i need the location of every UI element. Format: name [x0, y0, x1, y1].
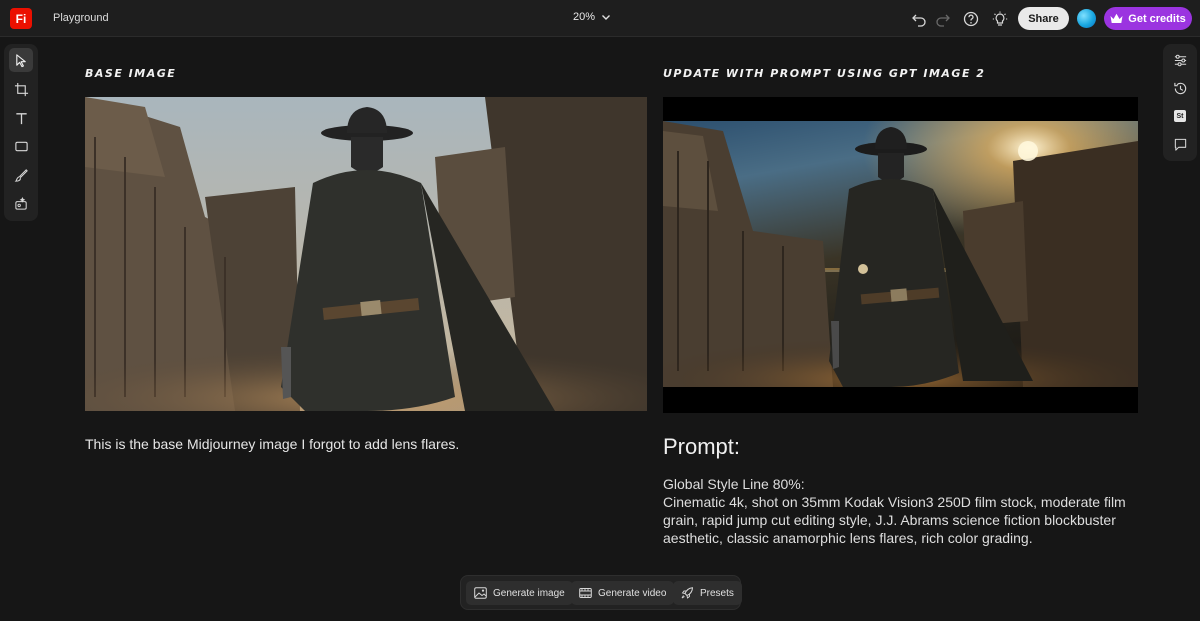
get-credits-button[interactable]: Get credits — [1104, 7, 1192, 30]
text-icon — [15, 112, 27, 124]
generate-image-button[interactable]: Generate image — [466, 581, 573, 605]
brush-icon — [14, 168, 28, 182]
document-title[interactable]: Playground — [53, 12, 109, 24]
adjustments-icon — [1174, 54, 1186, 66]
updated-image-frame — [663, 121, 1138, 387]
stock-tool[interactable]: St — [1168, 104, 1192, 128]
shape-tool[interactable] — [9, 134, 33, 158]
zoom-level: 20% — [573, 11, 596, 23]
get-credits-label: Get credits — [1128, 12, 1186, 25]
undo-icon[interactable] — [909, 9, 929, 29]
generate-video-button[interactable]: Generate video — [571, 581, 675, 605]
presets-button[interactable]: Presets — [673, 581, 742, 605]
select-tool[interactable] — [9, 48, 33, 72]
generate-tool[interactable] — [9, 191, 33, 215]
film-icon — [579, 588, 592, 598]
right-toolbar: St — [1163, 44, 1197, 161]
updated-image[interactable] — [663, 97, 1138, 413]
left-toolbar — [4, 44, 38, 221]
select-icon — [15, 53, 26, 67]
base-image-heading: Base Image — [85, 67, 177, 80]
comment-icon — [1174, 138, 1186, 151]
cowboy-lens-flare-illustration — [663, 121, 1138, 387]
zoom-dropdown[interactable]: 20% — [573, 11, 611, 23]
text-tool[interactable] — [9, 106, 33, 130]
prompt-heading: Prompt: — [663, 434, 741, 459]
rocket-icon — [681, 587, 694, 599]
generate-icon — [14, 196, 27, 210]
history-icon — [1173, 82, 1186, 94]
prompt-body: Cinematic 4k, shot on 35mm Kodak Vision3… — [663, 494, 1126, 546]
share-button[interactable]: Share — [1018, 7, 1069, 30]
prompt-style-line: Global Style Line 80%: — [663, 476, 805, 492]
presets-label: Presets — [700, 587, 734, 599]
generate-video-label: Generate video — [598, 587, 667, 599]
updated-image-heading: Update with prompt using GPT Image 2 — [663, 67, 986, 80]
app-logo[interactable]: Fi — [10, 8, 32, 29]
crown-icon — [1110, 13, 1123, 23]
base-image-caption: This is the base Midjourney image I forg… — [85, 436, 460, 452]
cowboy-scene-illustration — [85, 97, 647, 411]
comment-tool[interactable] — [1168, 132, 1192, 156]
chevron-down-icon — [602, 15, 611, 20]
image-icon — [474, 587, 487, 599]
generate-image-label: Generate image — [493, 587, 565, 599]
adjustments-tool[interactable] — [1168, 48, 1192, 72]
history-tool[interactable] — [1168, 76, 1192, 100]
brush-tool[interactable] — [9, 163, 33, 187]
prompt-text: Global Style Line 80%: Cinematic 4k, sho… — [663, 475, 1133, 547]
stock-icon: St — [1174, 110, 1186, 122]
avatar[interactable] — [1077, 9, 1096, 28]
crop-tool[interactable] — [9, 77, 33, 101]
shape-icon — [14, 141, 28, 151]
generation-dock: Generate image Generate video Presets — [460, 575, 742, 610]
top-bar: Fi Playground 20% Share Get credits — [0, 0, 1200, 37]
redo-icon[interactable] — [933, 9, 953, 29]
help-icon[interactable] — [961, 9, 981, 29]
crop-icon — [14, 82, 28, 96]
base-image[interactable] — [85, 97, 647, 411]
lightbulb-icon[interactable] — [990, 9, 1010, 29]
